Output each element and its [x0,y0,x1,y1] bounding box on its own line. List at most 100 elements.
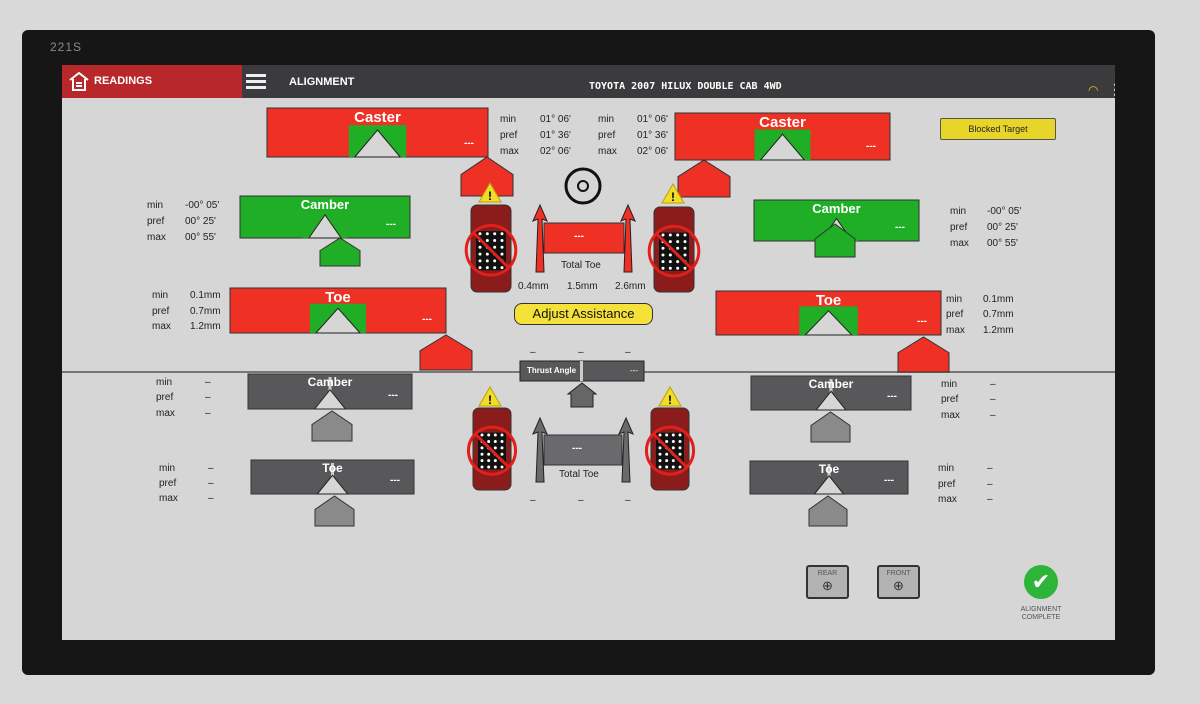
front-left-tire-target-dot [500,232,504,236]
front-left-caster-title: Caster [354,109,401,126]
rear-right-camber-spec-pref-label: pref [941,394,959,405]
rear-right-toe-spec-min-label: min [938,463,955,474]
steering-wheel-hub [577,180,589,192]
readings-label: READINGS [94,75,153,87]
front-right-camber-title: Camber [812,201,861,216]
rear-total-toe-bar [543,434,623,466]
rear-left-tire-target-dot [500,439,504,443]
monitor-model: 221S [50,40,83,54]
front-right-camber-spec-max-label: max [950,238,969,249]
front-left-tire-target-dot [493,232,497,236]
front-left-toe-spec-max-label: max [152,321,171,332]
front-right-toe-spec-pref-label: pref [946,309,964,320]
front-left-tire-target-dot [478,232,482,236]
front-left-warning-icon-glyph: ! [488,189,492,203]
front-right-tire-target-dot [668,253,672,257]
front-total-toe-max: 2.6mm [615,281,646,292]
front-right-toe-spec-min-label: min [946,294,963,305]
front-left-caster-spec-pref-label: pref [500,130,518,141]
rear-left-tire-target-dot [487,465,491,469]
rear-left-toe-spec-pref-value: – [208,478,214,489]
rear-left-warning-icon-glyph: ! [488,393,492,407]
rear-right-warning-icon-glyph: ! [668,393,672,407]
rear-left-camber-pointer [311,410,353,442]
front-right-toe-spec-pref-value: 0.7mm [983,309,1014,320]
thrust-angle-min: – [530,347,536,358]
front-left-caster-spec-min-value: 01° 06' [540,114,571,125]
front-right-tire-target-dot [676,266,680,270]
front-right-toe-spec-min-value: 0.1mm [983,294,1014,305]
rear-right-tire-target-dot [671,459,675,463]
rear-left-tire-target-dot [493,433,497,437]
front-left-tire-target-dot [493,259,497,263]
blocked-target-alert[interactable]: Blocked Target [940,118,1056,140]
front-right-tire-target-dot [661,266,665,270]
front-total-toe-pref: 1.5mm [567,281,598,292]
rear-left-camber-value: --- [388,390,398,401]
front-right-tire-target-dot [676,246,680,250]
front-left-camber-spec-max-label: max [147,232,166,243]
rear-right-toe-spec-pref-value: – [987,479,993,490]
front-right-caster-spec-pref-value: 01° 36' [637,130,668,141]
rear-left-tire-target-dot [480,459,484,463]
front-left-toe-spec-pref-label: pref [152,306,170,317]
rear-right-tire-target-dot [665,452,669,456]
front-right-toe-value: --- [917,316,927,327]
rear-right-tire-target-dot [658,446,662,450]
front-left-toe-spec-max-value: 1.2mm [190,321,221,332]
rear-zoom-button[interactable]: REAR ⊕ [806,565,849,599]
front-left-camber-spec-pref-label: pref [147,216,165,227]
front-right-caster-pointer [677,159,731,198]
rear-left-tire-target-dot [480,452,484,456]
front-left-tire-target-dot [493,266,497,270]
front-left-tire-target-dot [500,245,504,249]
front-zoom-button[interactable]: FRONT ⊕ [877,565,920,599]
front-right-tire-target-dot [668,240,672,244]
rear-right-tire-target-dot [665,465,669,469]
front-left-toe-spec-min-value: 0.1mm [190,290,221,301]
more-menu-icon[interactable]: ⋮ [1108,81,1115,98]
front-left-toe-pointer [419,334,473,371]
front-right-toe-spec-max-value: 1.2mm [983,325,1014,336]
front-left-camber-spec-min-label: min [147,200,164,211]
top-bar: READINGS ALIGNMENT TOYOTA 2007 HILUX DOU… [62,65,1115,98]
front-right-tire-target-dot [683,233,687,237]
hamburger-icon[interactable] [246,74,266,90]
rear-right-toe-spec-max-value: – [987,494,993,505]
rear-right-tire-target-dot [671,446,675,450]
front-right-tire-target-dot [683,266,687,270]
front-left-tire-target-dot [478,259,482,263]
rear-left-tire-target-dot [487,433,491,437]
rear-right-toe-spec-min-value: – [987,463,993,474]
front-left-toe-spec-pref-value: 0.7mm [190,306,221,317]
front-right-caster-title: Caster [759,114,806,131]
front-right-caster-spec-min-value: 01° 06' [637,114,668,125]
front-right-camber-spec-max-value: 00° 55' [987,238,1018,249]
rear-right-toe-title: Toe [818,462,840,476]
rear-left-tire-target-dot [487,459,491,463]
steering-wheel-icon [564,167,602,205]
rear-left-tire-target-dot [493,439,497,443]
rear-right-camber-pointer [810,411,851,443]
alignment-screen: !!!! READINGS ALIGNMENT TOYOTA 2007 HILU… [62,65,1115,640]
front-right-tire-target-dot [668,233,672,237]
rear-left-toe-pointer [314,495,355,527]
rear-left-toe-spec-min-label: min [159,463,176,474]
front-right-caster-spec-max-label: max [598,146,617,157]
thrust-angle-arrow [566,382,598,408]
front-right-tire-target-dot [661,253,665,257]
rear-left-toe-value: --- [390,475,400,486]
front-left-tire-target-dot [500,238,504,242]
rear-right-toe-spec-max-label: max [938,494,957,505]
front-left-toe-spec-min-label: min [152,290,169,301]
thrust-angle-value: --- [630,366,638,375]
rear-right-tire-target-dot [678,446,682,450]
alignment-complete-button[interactable]: ✔ [1024,565,1058,599]
adjust-assistance-button[interactable]: Adjust Assistance [514,303,653,325]
readings-tab[interactable]: READINGS [62,65,242,98]
checkmark-icon: ✔ [1031,569,1051,594]
rear-right-tire-target-dot [678,452,682,456]
gauge-graphics: !!!! [62,107,1115,527]
rear-left-tire-target-dot [493,459,497,463]
rear-right-tire-target-dot [671,433,675,437]
